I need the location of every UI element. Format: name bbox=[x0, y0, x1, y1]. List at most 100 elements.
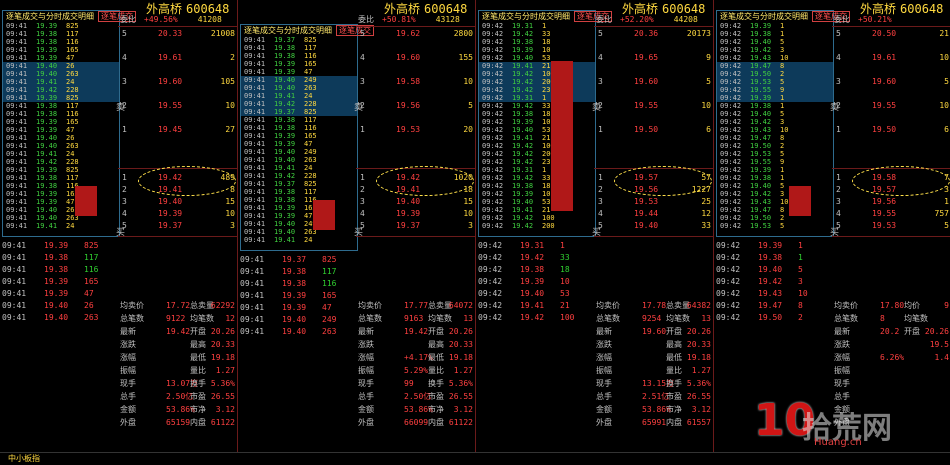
tick-time: 09:41 bbox=[244, 212, 266, 220]
tick-time: 09:41 bbox=[244, 236, 266, 244]
time-sales-row: 09:42 19.42 33 bbox=[476, 252, 594, 264]
tick-time: 09:42 bbox=[482, 62, 504, 70]
stat-value2: 9 bbox=[944, 301, 949, 310]
tick-time: 09:42 bbox=[482, 110, 504, 118]
tick-price: 19.40 bbox=[36, 134, 58, 142]
stat-value: 8 bbox=[880, 314, 885, 323]
tick-row: 09:42 19.39 1 bbox=[717, 94, 833, 102]
stat-key2: 最高 bbox=[428, 340, 444, 349]
level-number: 5 bbox=[598, 29, 603, 38]
level-number: 1 bbox=[836, 173, 841, 182]
tick-detail-window[interactable]: 逐笔成交与分时成交明细 逐笔成交 09:42 19.31 1 09:42 19.42 33 09… bbox=[478, 10, 612, 237]
stat-key2: 均笔数 bbox=[190, 314, 214, 323]
tick-price: 19.39 bbox=[512, 190, 534, 198]
tick-volume: 8 bbox=[780, 62, 785, 70]
stat-key: 总手 bbox=[358, 392, 374, 401]
stat-row: 外盘 66099 内盘 61122 bbox=[356, 417, 475, 429]
tick-time: 09:42 bbox=[482, 150, 504, 158]
stat-value: 66099 bbox=[404, 418, 429, 427]
stat-key: 现手 bbox=[358, 379, 374, 388]
tick-time: 09:41 bbox=[6, 198, 28, 206]
tick-price: 19.31 bbox=[512, 22, 534, 30]
level-number: 1 bbox=[598, 173, 603, 182]
stat-row: 金额 53.86% 市净 3.12 bbox=[118, 404, 237, 416]
tick-window-title: 逐笔成交与分时成交明细 逐笔成交 bbox=[3, 11, 136, 22]
tick-row: 09:41 19.40 249 bbox=[241, 76, 357, 84]
tick-time: 09:41 bbox=[6, 38, 28, 46]
tick-row: 09:41 19.40 26 bbox=[3, 62, 119, 70]
tick-detail-window[interactable]: 逐笔成交与分时成交明细 逐笔成交 09:41 19.37 825 09:41 19.38 11… bbox=[240, 24, 374, 251]
tick-detail-window[interactable]: 逐笔成交与分时成交明细 逐笔成交 09:42 19.39 1 09:42 19.38 1 09:… bbox=[716, 10, 850, 237]
sell-label: 卖 bbox=[116, 103, 126, 113]
tick-price: 19.42 bbox=[36, 158, 58, 166]
tick-volume: 26 bbox=[66, 134, 75, 142]
ts-price: 19.42 bbox=[758, 277, 783, 286]
sell-price: 20.50 bbox=[872, 29, 897, 38]
tick-volume: 5 bbox=[780, 222, 785, 230]
buy-level: 5 19.40 33 bbox=[594, 220, 713, 232]
time-sales-row: 09:42 19.38 1 bbox=[714, 252, 832, 264]
stat-value2: 1.27 bbox=[691, 366, 711, 375]
tick-price: 19.31 bbox=[512, 94, 534, 102]
level-number: 4 bbox=[360, 53, 365, 62]
tick-price: 19.53 bbox=[750, 222, 772, 230]
tick-row: 09:42 19.38 18 bbox=[479, 38, 595, 46]
highlight-ellipse bbox=[614, 166, 712, 196]
tick-row: 09:41 19.38 117 bbox=[241, 188, 357, 196]
tick-row: 09:42 19.50 2 bbox=[717, 214, 833, 222]
level-number: 1 bbox=[360, 173, 365, 182]
tick-volume: 228 bbox=[66, 158, 79, 166]
tick-row: 09:41 19.41 24 bbox=[241, 164, 357, 172]
tick-row: 09:41 19.38 117 bbox=[3, 30, 119, 38]
tick-price: 19.39 bbox=[36, 190, 58, 198]
stat-key2: 开盘 bbox=[666, 327, 682, 336]
buy-level: 4 19.44 12 bbox=[594, 208, 713, 220]
stat-key2: 市盈 bbox=[190, 392, 206, 401]
tick-time: 09:41 bbox=[6, 126, 28, 134]
stat-key: 外盘 bbox=[596, 418, 612, 427]
buy-level: 5 19.53 5 bbox=[832, 220, 950, 232]
tick-row: 09:42 19.41 21 bbox=[479, 206, 595, 214]
sell-price: 19.50 bbox=[634, 125, 659, 134]
tick-volume: 116 bbox=[304, 52, 317, 60]
buy-price: 19.39 bbox=[158, 209, 183, 218]
ts-price: 19.42 bbox=[520, 313, 545, 322]
sell-level: 1 19.53 20 bbox=[356, 124, 475, 136]
tick-window-title: 逐笔成交与分时成交明细 逐笔成交 bbox=[717, 11, 850, 22]
buy-volume: 3 bbox=[230, 221, 235, 230]
level-number: 3 bbox=[836, 77, 841, 86]
tick-row: 09:42 19.43 10 bbox=[717, 126, 833, 134]
tick-volume: 228 bbox=[304, 172, 317, 180]
tick-time: 09:42 bbox=[482, 78, 504, 86]
tick-time: 09:42 bbox=[482, 94, 504, 102]
buy-level: 3 19.40 15 bbox=[118, 196, 237, 208]
stat-row: 均卖价 17.78 总卖量 64382 bbox=[594, 300, 713, 312]
stat-row: 振幅 量比 1.27 bbox=[594, 365, 713, 377]
level-number: 5 bbox=[122, 29, 127, 38]
stat-row: 振幅 5.29% 量比 1.27 bbox=[356, 365, 475, 377]
tick-price: 19.43 bbox=[750, 126, 772, 134]
buy-level: 4 19.55 757 bbox=[832, 208, 950, 220]
weicha-value: 41208 bbox=[197, 15, 222, 24]
tick-price: 19.38 bbox=[750, 174, 772, 182]
tick-price: 19.42 bbox=[512, 102, 534, 110]
tick-volume: 1 bbox=[780, 102, 785, 110]
level-number: 1 bbox=[122, 125, 127, 134]
tick-volume: 33 bbox=[542, 30, 551, 38]
tick-time: 09:42 bbox=[720, 206, 742, 214]
tick-price: 19.42 bbox=[512, 174, 534, 182]
tick-row: 09:42 19.42 33 bbox=[479, 174, 595, 182]
ts-price: 19.31 bbox=[520, 241, 545, 250]
buy-level: 5 19.37 3 bbox=[118, 220, 237, 232]
stat-value2: 1.27 bbox=[215, 366, 235, 375]
sell-volume: 21 bbox=[939, 29, 949, 38]
tick-time: 09:42 bbox=[720, 78, 742, 86]
tick-detail-window[interactable]: 逐笔成交与分时成交明细 逐笔成交 09:41 19.39 825 09:41 19.38 11… bbox=[2, 10, 136, 237]
tick-row: 09:41 19.37 825 bbox=[241, 108, 357, 116]
tick-row: 09:42 19.50 2 bbox=[717, 142, 833, 150]
stat-key: 涨幅 bbox=[834, 353, 850, 362]
ts-volume: 117 bbox=[84, 253, 99, 262]
footer-index: 中小板指 bbox=[8, 454, 40, 463]
tick-row: 09:41 19.39 47 bbox=[3, 126, 119, 134]
tick-volume: 2 bbox=[780, 70, 785, 78]
